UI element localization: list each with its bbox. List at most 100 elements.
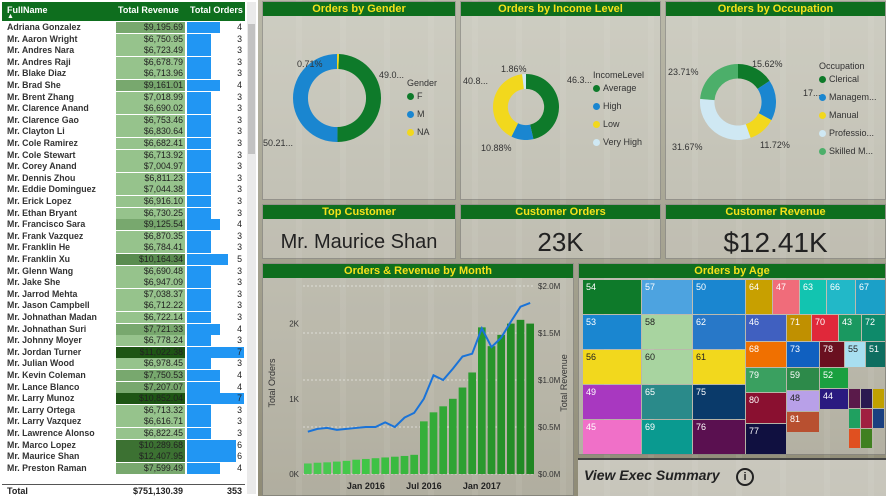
treemap-cell-age-63[interactable]: 63: [800, 280, 826, 314]
table-row[interactable]: Mr. Ethan Bryant $6,730.25 3: [2, 207, 245, 220]
table-row[interactable]: Mr. Franklin He $6,784.41 3: [2, 242, 245, 254]
treemap-cell-age-76[interactable]: 76: [693, 420, 745, 454]
orders-bar[interactable]: [497, 334, 505, 474]
table-row[interactable]: Mr. Clarence Anand $6,690.02 3: [2, 103, 245, 115]
treemap-cell-age-43[interactable]: 43: [839, 315, 861, 341]
orders-bar[interactable]: [478, 327, 486, 474]
treemap-cell-age-60[interactable]: 60: [642, 350, 692, 384]
legend-item[interactable]: NA: [407, 127, 430, 137]
sort-ascending-icon[interactable]: ▲: [7, 13, 14, 20]
legend-item[interactable]: Clerical: [819, 74, 859, 84]
table-row[interactable]: Mr. Corey Anand $7,004.97 3: [2, 161, 245, 173]
occupation-donut[interactable]: [700, 64, 776, 140]
table-row[interactable]: Mr. Julian Wood $6,978.45 3: [2, 358, 245, 370]
treemap-cell-small[interactable]: [849, 389, 860, 408]
orders-bar[interactable]: [420, 421, 428, 474]
table-row[interactable]: Mr. Clarence Gao $6,753.46 3: [2, 114, 245, 127]
table-row[interactable]: Adriana Gonzalez $9,195.69 4: [2, 22, 245, 34]
legend-item[interactable]: M: [407, 109, 425, 119]
orders-bar[interactable]: [439, 406, 447, 474]
treemap-cell-age-72[interactable]: 72: [862, 315, 885, 341]
info-icon[interactable]: i: [736, 468, 754, 486]
table-row[interactable]: Mr. Glenn Wang $6,690.48 3: [2, 265, 245, 278]
table-row[interactable]: Mr. Jarrod Mehta $7,038.37 3: [2, 288, 245, 301]
treemap-cell-age-55[interactable]: 55: [845, 342, 865, 367]
treemap-cell-age-48[interactable]: 48: [787, 391, 819, 411]
table-row[interactable]: Mr. Johnathan Madan $6,722.14 3: [2, 312, 245, 324]
orders-bar[interactable]: [352, 459, 360, 474]
table-row[interactable]: Mr. Brad She $9,161.01 4: [2, 80, 245, 92]
age-treemap[interactable]: 54 57 50 64 47 63 66 67 53 58 62 46 71 70 43 72 56 60 61 68…: [583, 280, 885, 454]
treemap-cell-age-67[interactable]: 67: [856, 280, 885, 314]
table-row[interactable]: Mr. Johnny Moyer $6,778.24 3: [2, 335, 245, 347]
treemap-cell-small[interactable]: [873, 389, 884, 408]
table-row[interactable]: Mr. Cole Ramirez $6,682.41 3: [2, 138, 245, 150]
revenue-line[interactable]: [307, 301, 531, 433]
treemap-cell-age-70[interactable]: 70: [812, 315, 838, 341]
legend-item[interactable]: Low: [593, 119, 620, 129]
orders-bar[interactable]: [381, 457, 389, 474]
table-row[interactable]: Mr. Maurice Shan $12,407.95 6: [2, 451, 245, 463]
table-row[interactable]: Mr. Kevin Coleman $7,750.53 4: [2, 370, 245, 382]
legend-item[interactable]: High: [593, 101, 622, 111]
treemap-cell-small[interactable]: [861, 409, 872, 428]
orders-bar[interactable]: [487, 346, 496, 474]
legend-item[interactable]: Manual: [819, 110, 859, 120]
table-row[interactable]: Mr. Preston Raman $7,599.49 4: [2, 462, 245, 475]
treemap-cell-age-49[interactable]: 49: [583, 385, 641, 419]
treemap-cell-age-71[interactable]: 71: [787, 315, 811, 341]
orders-bar[interactable]: [371, 458, 380, 474]
treemap-cell-age-58[interactable]: 58: [642, 315, 692, 349]
treemap-cell-small[interactable]: [873, 409, 884, 428]
treemap-cell-age-69[interactable]: 69: [642, 420, 692, 454]
income-donut[interactable]: [493, 74, 559, 140]
exec-summary-label[interactable]: View Exec Summary: [584, 467, 720, 483]
orders-bar[interactable]: [458, 387, 467, 474]
treemap-cell-age-52[interactable]: 52: [820, 368, 848, 388]
treemap-cell-age-44[interactable]: 44: [820, 389, 848, 409]
table-row[interactable]: Mr. Eddie Dominguez $7,044.38 3: [2, 184, 245, 196]
table-row[interactable]: Mr. Andres Nara $6,723.49 3: [2, 45, 245, 57]
table-row[interactable]: Mr. Blake Diaz $6,713.96 3: [2, 68, 245, 80]
table-row[interactable]: Mr. Dennis Zhou $6,811.23 3: [2, 172, 245, 185]
treemap-cell-age-79[interactable]: 79: [746, 368, 786, 392]
table-row[interactable]: Mr. Johnathan Suri $7,721.33 4: [2, 323, 245, 336]
treemap-cell-age-81[interactable]: 81: [787, 412, 819, 432]
donut-slice[interactable]: [337, 54, 381, 142]
treemap-cell-age-53[interactable]: 53: [583, 315, 641, 349]
treemap-cell-age-57[interactable]: 57: [642, 280, 692, 314]
treemap-cell-age-46[interactable]: 46: [746, 315, 786, 341]
legend-item[interactable]: Managem...: [819, 92, 877, 102]
treemap-cell-small[interactable]: [849, 429, 860, 448]
legend-item[interactable]: Very High: [593, 137, 642, 147]
treemap-cell-age-64[interactable]: 64: [746, 280, 772, 314]
table-scrollbar[interactable]: [247, 2, 256, 494]
table-row[interactable]: Mr. Marco Lopez $10,289.68 6: [2, 439, 245, 452]
orders-bar[interactable]: [391, 456, 399, 474]
treemap-cell-age-59[interactable]: 59: [787, 368, 819, 390]
orders-bar[interactable]: [400, 455, 409, 474]
col-header-orders[interactable]: Total Orders: [190, 5, 243, 15]
treemap-cell-age-62[interactable]: 62: [693, 315, 745, 349]
treemap-cell-age-73[interactable]: 73: [787, 342, 819, 367]
orders-bar[interactable]: [333, 461, 341, 474]
legend-item[interactable]: Average: [593, 83, 636, 93]
treemap-cell-age-66[interactable]: 66: [827, 280, 855, 314]
table-row[interactable]: Mr. Lance Blanco $7,207.07 4: [2, 381, 245, 394]
table-row[interactable]: Mr. Aaron Wright $6,750.95 3: [2, 33, 245, 46]
table-row[interactable]: Mr. Larry Ortega $6,713.32 3: [2, 404, 245, 417]
treemap-cell-age-54[interactable]: 54: [583, 280, 641, 314]
orders-bar[interactable]: [507, 323, 515, 474]
orders-bar[interactable]: [304, 463, 312, 474]
table-row[interactable]: Mr. Frank Vazquez $6,870.35 3: [2, 230, 245, 243]
orders-bar[interactable]: [429, 412, 438, 474]
legend-item[interactable]: Skilled M...: [819, 146, 873, 156]
table-row[interactable]: Mr. Franklin Xu $10,164.34 5: [2, 254, 245, 266]
col-header-revenue[interactable]: Total Revenue: [118, 5, 179, 15]
table-row[interactable]: Mr. Clayton Li $6,830.64 3: [2, 126, 245, 138]
table-row[interactable]: Mr. Brent Zhang $7,018.99 3: [2, 91, 245, 104]
exec-summary-button[interactable]: View Exec Summary i: [578, 458, 886, 496]
orders-bar[interactable]: [468, 372, 476, 474]
treemap-cell-small[interactable]: [861, 429, 872, 448]
orders-bar[interactable]: [342, 460, 351, 474]
